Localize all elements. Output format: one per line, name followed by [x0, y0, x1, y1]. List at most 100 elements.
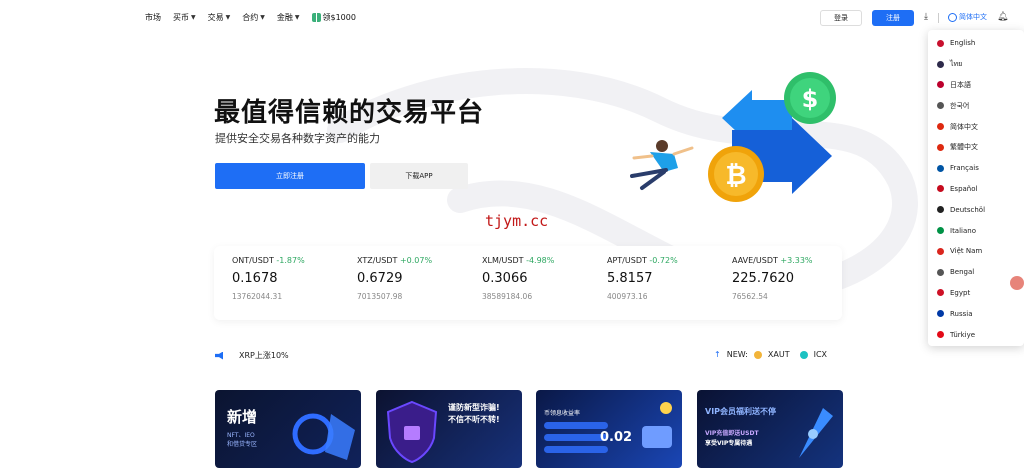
language-option[interactable]: ไทย — [928, 54, 1024, 75]
banner-fraud-warning[interactable]: 谨防新型诈骗! 不信不听不转! — [376, 390, 522, 468]
language-label: Việt Nam — [950, 247, 983, 256]
flag-icon — [937, 247, 944, 255]
register-now-button[interactable]: 立即注册 — [215, 163, 365, 189]
ticker-ont[interactable]: ONT/USDT -1.87% 0.1678 13762044.31 — [214, 246, 339, 320]
announcement-text: XRP上涨10% — [239, 351, 289, 360]
watermark-text: tjym.cc — [485, 212, 549, 230]
promo-link[interactable]: 领$1000 — [311, 12, 356, 23]
flag-icon — [937, 164, 944, 172]
svg-text:$: $ — [802, 85, 819, 113]
flag-icon — [937, 39, 944, 47]
language-option[interactable]: Italiano — [928, 220, 1024, 241]
language-option[interactable]: Russia — [928, 303, 1024, 324]
nav-item-finance[interactable]: 金融 ▼ — [277, 12, 300, 23]
chevron-down-icon: ▼ — [225, 14, 231, 21]
language-dropdown: English ไทย 日本語 한국어 简体中文繁體中文 Français Español D… — [928, 30, 1024, 346]
chevron-down-icon: ▼ — [260, 14, 265, 21]
flag-icon — [937, 310, 944, 318]
language-label: Bengal — [950, 268, 975, 277]
language-toggle[interactable]: 简体中文 — [948, 12, 987, 22]
flag-icon — [937, 206, 944, 214]
language-label: ไทย — [950, 59, 963, 68]
ticker-apt[interactable]: APT/USDT -0.72% 5.8157 400973.16 — [589, 246, 714, 320]
svg-text:₿: ₿ — [725, 161, 746, 191]
nav-item-contract[interactable]: 合约 ▼ — [242, 12, 265, 23]
banner-graphic — [292, 413, 355, 460]
banner-earn-interest[interactable]: 币领息收益率 0.02 — [536, 390, 682, 468]
language-label: Deutschöl — [950, 205, 986, 214]
header-divider — [938, 13, 939, 23]
language-label: English — [950, 39, 976, 48]
hero-title: 最值得信赖的交易平台 — [214, 98, 485, 128]
ticker-xlm[interactable]: XLM/USDT -4.98% 0.3066 38589184.06 — [464, 246, 589, 320]
language-label: 简体中文 — [950, 122, 978, 131]
announcement-bar[interactable]: XRP上涨10% — [215, 350, 289, 361]
chevron-down-icon: ▼ — [294, 14, 300, 21]
rate-bar — [544, 434, 608, 441]
nav-item-buy[interactable]: 买币 ▼ — [173, 12, 196, 23]
flag-icon — [937, 185, 944, 193]
language-option[interactable]: Việt Nam — [928, 241, 1024, 262]
flag-icon — [937, 268, 944, 276]
flag-icon — [937, 123, 944, 131]
nav-item-trade[interactable]: 交易 ▼ — [208, 12, 231, 23]
nav-item-market[interactable]: 市场 — [145, 12, 161, 23]
flag-icon — [937, 143, 944, 151]
new-coin-xaut[interactable]: XAUT — [768, 350, 790, 359]
language-label: Türkiye — [950, 330, 976, 339]
language-option[interactable]: Español — [928, 179, 1024, 200]
ticker-xtz[interactable]: XTZ/USDT +0.07% 0.6729 7013507.98 — [339, 246, 464, 320]
shield-icon — [386, 400, 438, 464]
language-label: Egypt — [950, 288, 971, 297]
register-button[interactable]: 注册 — [872, 10, 914, 26]
bell-icon[interactable]: 🔔︎ — [997, 12, 1008, 22]
flag-icon — [937, 227, 944, 235]
support-chat-icon[interactable] — [1010, 276, 1024, 290]
language-label: Italiano — [950, 226, 976, 235]
language-option[interactable]: English — [928, 33, 1024, 54]
language-option[interactable]: 繁體中文 — [928, 137, 1024, 158]
ticker-aave[interactable]: AAVE/USDT +3.33% 225.7620 76562.54 — [714, 246, 839, 320]
rocket-icon — [799, 408, 833, 458]
top-header: 市场 买币 ▼ 交易 ▼ 合约 ▼ 金融 ▼ 领$1000 登录 注册 ⤓ 简体中文 🔔… — [0, 0, 1024, 36]
language-option[interactable]: 日本語 — [928, 75, 1024, 96]
download-icon[interactable]: ⤓ — [924, 12, 928, 22]
hero-illustration: $ ₿ — [630, 72, 836, 202]
flag-icon — [937, 81, 944, 89]
rate-bar — [544, 446, 608, 453]
language-option[interactable]: Français — [928, 158, 1024, 179]
banner-vip[interactable]: VIP会员福利送不停 VIP充值即送USDT 享受VIP专属待遇 — [697, 390, 843, 468]
icx-coin-icon — [799, 350, 808, 359]
language-label: Español — [950, 184, 978, 193]
globe-icon — [948, 12, 957, 22]
new-label: NEW: — [726, 350, 748, 359]
language-label: 繁體中文 — [950, 143, 978, 152]
chevron-down-icon: ▼ — [191, 14, 196, 21]
flag-icon — [937, 60, 944, 68]
gift-icon — [311, 13, 321, 22]
flag-icon — [937, 102, 944, 110]
xaut-coin-icon — [753, 350, 762, 359]
login-button[interactable]: 登录 — [820, 10, 862, 26]
language-label: 한국어 — [950, 101, 970, 110]
language-option[interactable]: 한국어 — [928, 95, 1024, 116]
language-option[interactable]: 简体中文 — [928, 116, 1024, 137]
main-nav: 市场 买币 ▼ 交易 ▼ 合约 ▼ 金融 ▼ 领$1000 — [145, 12, 356, 23]
flag-icon — [937, 331, 944, 339]
arrow-up-icon: ↑ — [714, 350, 721, 359]
new-coin-icx[interactable]: ICX — [814, 350, 827, 359]
download-app-button[interactable]: 下载APP — [370, 163, 468, 189]
market-ticker-card: ONT/USDT -1.87% 0.1678 13762044.31 XTZ/U… — [214, 246, 842, 320]
banner-nft-ieo[interactable]: 新增 NFT、IEO 和借贷专区 — [215, 390, 361, 468]
banner-graphic — [642, 402, 672, 448]
flag-icon — [937, 289, 944, 297]
hero-subtitle: 提供安全交易各种数字资产的能力 — [215, 132, 380, 145]
language-label: 日本語 — [950, 80, 971, 89]
rate-bar — [544, 422, 608, 429]
speaker-icon — [215, 351, 223, 360]
language-option[interactable]: Deutschöl — [928, 199, 1024, 220]
language-option[interactable]: Türkiye — [928, 324, 1024, 345]
person-illustration — [630, 140, 694, 190]
new-listings: ↑ NEW: XAUT ICX — [714, 350, 827, 359]
language-label: Russia — [950, 309, 973, 318]
